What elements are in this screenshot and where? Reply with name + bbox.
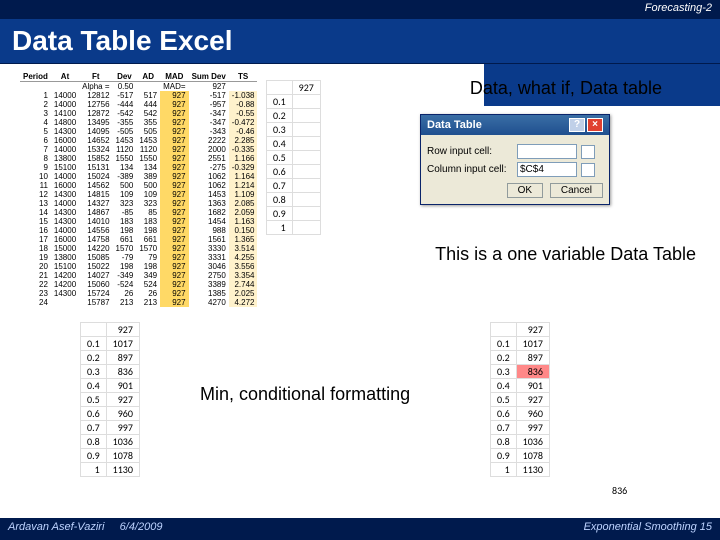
min-value-display: 836 bbox=[612, 484, 627, 497]
row-input-label: Row input cell: bbox=[427, 146, 513, 157]
alpha-result-table-left: 9270.110170.28970.38360.49010.59270.6960… bbox=[80, 322, 140, 477]
slide-title: Data Table Excel bbox=[0, 18, 720, 64]
caption-min-conditional: Min, conditional formatting bbox=[200, 384, 410, 405]
cancel-button[interactable]: Cancel bbox=[550, 183, 603, 198]
range-picker-icon[interactable] bbox=[581, 163, 595, 177]
header-small: Forecasting-2 bbox=[0, 0, 720, 18]
row-input-field[interactable] bbox=[517, 144, 577, 159]
caption-one-variable: This is a one variable Data Table bbox=[435, 244, 696, 265]
caption-data-whatif: Data, what if, Data table bbox=[470, 78, 662, 99]
alpha-column-top: 9270.10.20.30.40.50.60.70.80.91 bbox=[266, 80, 321, 235]
col-input-field[interactable] bbox=[517, 162, 577, 177]
ok-button[interactable]: OK bbox=[507, 183, 543, 198]
help-icon[interactable]: ? bbox=[569, 118, 585, 132]
main-data-table: PeriodAtFtDevADMADSum DevTSAlpha =0.50MA… bbox=[20, 72, 257, 307]
footer-right: Exponential Smoothing 15 bbox=[584, 521, 712, 533]
slide-footer: Ardavan Asef-Vaziri 6/4/2009 Exponential… bbox=[0, 518, 720, 540]
footer-date: 6/4/2009 bbox=[120, 521, 163, 533]
range-picker-icon[interactable] bbox=[581, 145, 595, 159]
dialog-titlebar: Data Table ? × bbox=[421, 115, 609, 135]
alpha-result-table-right: 9270.110170.28970.38360.49010.59270.6960… bbox=[490, 322, 550, 477]
data-table-dialog: Data Table ? × Row input cell: Column in… bbox=[420, 114, 610, 205]
dialog-title-text: Data Table bbox=[427, 119, 482, 131]
footer-author: Ardavan Asef-Vaziri bbox=[8, 521, 104, 533]
slide-body: PeriodAtFtDevADMADSum DevTSAlpha =0.50MA… bbox=[0, 64, 720, 518]
close-icon[interactable]: × bbox=[587, 118, 603, 132]
dialog-body: Row input cell: Column input cell: OK Ca… bbox=[421, 135, 609, 204]
col-input-label: Column input cell: bbox=[427, 164, 513, 175]
